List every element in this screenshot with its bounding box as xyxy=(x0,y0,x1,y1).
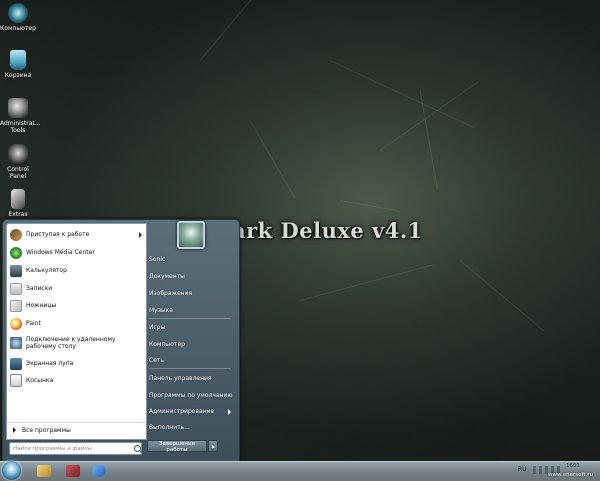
right-item-pictures[interactable]: Изображения xyxy=(149,287,235,300)
desktop-icon-label: Компьютер xyxy=(0,25,36,32)
menu-item-media-center[interactable]: Windows Media Center xyxy=(7,244,146,261)
taskbar-music-button[interactable] xyxy=(88,463,110,478)
taskbar-media-button[interactable] xyxy=(62,463,84,478)
start-menu-programs-pane: Приступая к работе Windows Media Center … xyxy=(6,223,147,440)
right-item-user[interactable]: Sonic xyxy=(149,253,235,266)
right-item-administration[interactable]: Администрирование xyxy=(149,405,235,418)
watermark-text: www.enersoft.ru xyxy=(548,472,593,478)
remote-desktop-icon xyxy=(10,337,22,349)
media-center-icon xyxy=(10,246,22,259)
snipping-tool-icon xyxy=(10,299,22,312)
menu-item-snipping-tool[interactable]: Ножницы xyxy=(7,297,146,314)
magnifier-icon xyxy=(10,357,22,370)
all-programs-button[interactable]: Все программы xyxy=(7,422,146,437)
shutdown-options-button[interactable] xyxy=(208,440,218,452)
sticky-notes-icon xyxy=(10,282,22,295)
right-item-network[interactable]: Сеть xyxy=(149,354,235,367)
admin-tools-icon xyxy=(8,98,28,118)
wallpaper-logo-text: ark Deluxe v4.1 xyxy=(232,218,423,243)
desktop-icon-label: Корзина xyxy=(4,72,32,79)
explorer-icon xyxy=(37,465,51,477)
submenu-arrow-icon xyxy=(139,231,142,238)
right-item-run[interactable]: Выполнить... xyxy=(149,421,235,434)
recycle-bin-icon xyxy=(10,50,26,70)
expand-arrow-icon xyxy=(13,427,16,433)
desktop-icon-label: Extras xyxy=(8,211,28,218)
right-item-computer[interactable]: Компьютер xyxy=(149,338,235,351)
desktop-icon-admin-tools[interactable]: Administrat... Tools xyxy=(0,98,41,134)
desktop-icon-recycle-bin[interactable]: Корзина xyxy=(0,50,36,79)
computer-icon xyxy=(8,3,28,23)
user-avatar[interactable] xyxy=(177,221,205,249)
paint-icon xyxy=(10,317,22,330)
desktop-icon-extras[interactable]: Extras xyxy=(0,189,36,218)
menu-item-remote-desktop[interactable]: Подключение к удаленному рабочему столу xyxy=(7,333,146,353)
right-item-games[interactable]: Игры xyxy=(149,321,235,334)
search-input[interactable] xyxy=(10,445,133,452)
language-indicator[interactable]: RU xyxy=(518,466,527,473)
menu-item-getting-started[interactable]: Приступая к работе xyxy=(7,226,146,243)
right-item-music[interactable]: Музыка xyxy=(149,304,235,317)
getting-started-icon xyxy=(10,228,22,241)
start-search-box[interactable] xyxy=(9,442,142,455)
taskbar-explorer-button[interactable] xyxy=(33,463,55,478)
desktop-icon-control-panel[interactable]: Control Panel xyxy=(0,144,36,180)
music-icon xyxy=(92,465,106,477)
extras-icon xyxy=(11,189,25,209)
taskbar-clock[interactable]: 1601 xyxy=(566,463,580,469)
desktop-icon-label: Control Panel xyxy=(7,166,29,180)
menu-item-paint[interactable]: Paint xyxy=(7,315,146,332)
menu-item-calculator[interactable]: Калькулятор xyxy=(7,262,146,279)
menu-separator xyxy=(149,368,231,369)
desktop-icon-label: Administrat... Tools xyxy=(0,120,41,134)
start-button[interactable] xyxy=(2,461,21,480)
search-icon[interactable] xyxy=(134,445,141,452)
right-item-default-programs[interactable]: Программы по умолчанию xyxy=(149,389,235,402)
media-player-icon xyxy=(66,465,80,477)
solitaire-icon xyxy=(10,374,22,387)
shutdown-button[interactable]: Завершение работы xyxy=(147,440,207,453)
desktop-icon-computer[interactable]: Компьютер xyxy=(0,3,36,32)
control-panel-icon xyxy=(8,144,28,164)
right-item-control-panel[interactable]: Панель управления xyxy=(149,372,235,385)
right-item-documents[interactable]: Документы xyxy=(149,270,235,283)
menu-separator xyxy=(149,318,231,319)
menu-item-magnifier[interactable]: Экранная лупа xyxy=(7,355,146,372)
menu-item-sticky-notes[interactable]: Записки xyxy=(7,280,146,297)
calculator-icon xyxy=(10,264,22,277)
submenu-arrow-icon xyxy=(228,408,231,415)
menu-item-solitaire[interactable]: Косынка xyxy=(7,372,146,389)
